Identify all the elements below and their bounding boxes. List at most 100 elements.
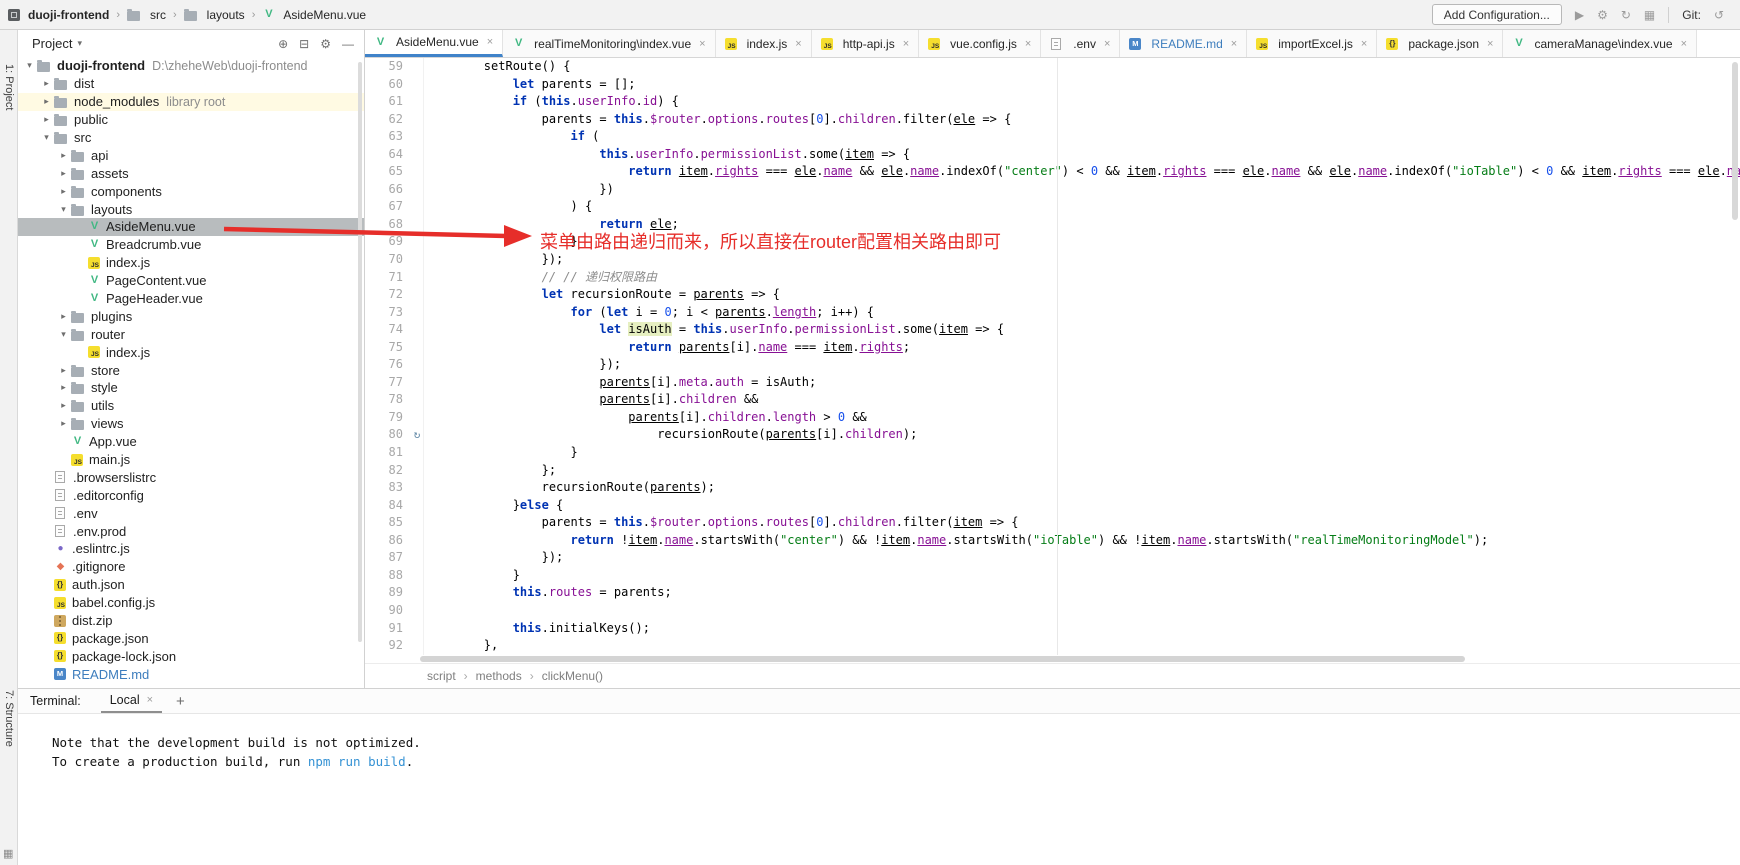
code-line-87[interactable]: 87 }); bbox=[365, 549, 1740, 567]
tree-item-dist[interactable]: ▸dist bbox=[18, 75, 364, 93]
close-tab-icon[interactable]: × bbox=[1104, 38, 1110, 50]
breadcrumb-item[interactable]: layouts bbox=[184, 8, 245, 22]
code-line-76[interactable]: 76 }); bbox=[365, 356, 1740, 374]
tab-vue.config.js[interactable]: vue.config.js× bbox=[919, 30, 1041, 57]
tree-item-.env[interactable]: .env bbox=[18, 504, 364, 522]
tree-item-node_modules[interactable]: ▸node_moduleslibrary root bbox=[18, 93, 364, 111]
terminal-output[interactable]: Note that the development build is not o… bbox=[18, 714, 1740, 771]
code-line-81[interactable]: 81 } bbox=[365, 444, 1740, 462]
code-line-71[interactable]: 71 // // 递归权限路由 bbox=[365, 269, 1740, 287]
project-panel-title[interactable]: Project bbox=[32, 36, 72, 51]
expand-arrow[interactable]: ▸ bbox=[56, 418, 71, 429]
breadcrumb-clickMenu()[interactable]: clickMenu() bbox=[542, 669, 603, 683]
code-line-82[interactable]: 82 }; bbox=[365, 462, 1740, 480]
tree-item-api[interactable]: ▸api bbox=[18, 146, 364, 164]
code-line-75[interactable]: 75 return parents[i].name === item.right… bbox=[365, 339, 1740, 357]
tree-item-utils[interactable]: ▸utils bbox=[18, 397, 364, 415]
expand-arrow[interactable]: ▾ bbox=[22, 60, 37, 71]
toolwindow-switcher-icon[interactable]: ▦ bbox=[3, 847, 13, 860]
breadcrumb-item[interactable]: src bbox=[127, 8, 166, 22]
code-line-60[interactable]: 60 let parents = []; bbox=[365, 76, 1740, 94]
tree-item-README.md[interactable]: README.md bbox=[18, 665, 364, 683]
expand-arrow[interactable]: ▸ bbox=[39, 114, 54, 125]
tree-item-store[interactable]: ▸store bbox=[18, 361, 364, 379]
code-line-91[interactable]: 91 this.initialKeys(); bbox=[365, 620, 1740, 638]
recursive-call-icon[interactable]: ↻ bbox=[411, 426, 423, 444]
code-line-73[interactable]: 73 for (let i = 0; i < parents.length; i… bbox=[365, 304, 1740, 322]
tree-item-main.js[interactable]: main.js bbox=[18, 451, 364, 469]
tree-item-AsideMenu.vue[interactable]: AsideMenu.vue bbox=[18, 218, 364, 236]
tab-.env[interactable]: .env× bbox=[1041, 30, 1120, 57]
code-line-85[interactable]: 85 parents = this.$router.options.routes… bbox=[365, 514, 1740, 532]
run-button[interactable]: ▶ bbox=[1575, 8, 1584, 22]
tree-item-.browserslistrc[interactable]: .browserslistrc bbox=[18, 468, 364, 486]
sync-icon[interactable]: ↻ bbox=[1621, 8, 1631, 22]
code-line-78[interactable]: 78 parents[i].children && bbox=[365, 391, 1740, 409]
code-line-79[interactable]: 79 parents[i].children.length > 0 && bbox=[365, 409, 1740, 427]
collapse-all-button[interactable]: ⊟ bbox=[299, 37, 309, 51]
gear-icon[interactable]: ⚙ bbox=[320, 37, 331, 51]
expand-arrow[interactable]: ▸ bbox=[56, 168, 71, 179]
tab-http-api.js[interactable]: http-api.js× bbox=[812, 30, 919, 57]
tree-item-.eslintrc.js[interactable]: .eslintrc.js bbox=[18, 540, 364, 558]
expand-arrow[interactable]: ▸ bbox=[39, 96, 54, 107]
code-line-80[interactable]: 80↻ recursionRoute(parents[i].children); bbox=[365, 426, 1740, 444]
expand-arrow[interactable]: ▸ bbox=[56, 365, 71, 376]
expand-arrow[interactable]: ▸ bbox=[39, 78, 54, 89]
expand-arrow[interactable]: ▸ bbox=[56, 382, 71, 393]
tree-item-plugins[interactable]: ▸plugins bbox=[18, 307, 364, 325]
close-tab-icon[interactable]: × bbox=[903, 38, 909, 50]
code-line-66[interactable]: 66 }) bbox=[365, 181, 1740, 199]
close-tab-icon[interactable]: × bbox=[1361, 38, 1367, 50]
breadcrumb-script[interactable]: script bbox=[427, 669, 456, 683]
terminal-tab-local[interactable]: Local × bbox=[101, 689, 162, 713]
tab-index.js[interactable]: index.js× bbox=[716, 30, 812, 57]
tab-cameraManage\index.vue[interactable]: cameraManage\index.vue× bbox=[1503, 30, 1697, 57]
tree-item-src[interactable]: ▾src bbox=[18, 129, 364, 147]
code-line-88[interactable]: 88 } bbox=[365, 567, 1740, 585]
tab-importExcel.js[interactable]: importExcel.js× bbox=[1247, 30, 1377, 57]
expand-arrow[interactable]: ▸ bbox=[56, 150, 71, 161]
tool-windows-icon[interactable]: ▦ bbox=[1644, 8, 1655, 22]
code-line-72[interactable]: 72 let recursionRoute = parents => { bbox=[365, 286, 1740, 304]
code-line-68[interactable]: 68 return ele; bbox=[365, 216, 1740, 234]
tree-item-index.js[interactable]: index.js bbox=[18, 254, 364, 272]
hide-panel-button[interactable]: — bbox=[342, 37, 354, 51]
code-line-77[interactable]: 77 parents[i].meta.auth = isAuth; bbox=[365, 374, 1740, 392]
tree-item-App.vue[interactable]: App.vue bbox=[18, 433, 364, 451]
code-line-74[interactable]: 74 let isAuth = this.userInfo.permission… bbox=[365, 321, 1740, 339]
code-line-67[interactable]: 67 ) { bbox=[365, 198, 1740, 216]
tree-item-PageHeader.vue[interactable]: PageHeader.vue bbox=[18, 290, 364, 308]
expand-arrow[interactable]: ▸ bbox=[56, 400, 71, 411]
code-line-63[interactable]: 63 if ( bbox=[365, 128, 1740, 146]
stripe-structure-button[interactable]: 7: Structure bbox=[3, 690, 15, 747]
code-line-90[interactable]: 90 bbox=[365, 602, 1740, 620]
tree-item-dist.zip[interactable]: dist.zip bbox=[18, 612, 364, 630]
chevron-down-icon[interactable]: ▾ bbox=[77, 38, 82, 49]
close-icon[interactable]: × bbox=[147, 694, 153, 706]
stripe-project-button[interactable]: 1: Project bbox=[3, 64, 15, 110]
expand-arrow[interactable]: ▾ bbox=[39, 132, 54, 143]
git-update-icon[interactable]: ↺ bbox=[1714, 8, 1724, 22]
tab-AsideMenu.vue[interactable]: AsideMenu.vue× bbox=[365, 30, 503, 57]
expand-arrow[interactable]: ▾ bbox=[56, 204, 71, 215]
tree-item-duoji-frontend[interactable]: ▾duoji-frontendD:\zheheWeb\duoji-fronten… bbox=[18, 57, 364, 75]
tree-item-layouts[interactable]: ▾layouts bbox=[18, 200, 364, 218]
tree-item-babel.config.js[interactable]: babel.config.js bbox=[18, 594, 364, 612]
add-configuration-button[interactable]: Add Configuration... bbox=[1432, 4, 1562, 25]
close-tab-icon[interactable]: × bbox=[1487, 38, 1493, 50]
tab-package.json[interactable]: package.json× bbox=[1377, 30, 1503, 57]
tree-item-.editorconfig[interactable]: .editorconfig bbox=[18, 486, 364, 504]
tree-item-Breadcrumb.vue[interactable]: Breadcrumb.vue bbox=[18, 236, 364, 254]
locate-file-button[interactable]: ⊕ bbox=[278, 37, 288, 51]
tree-item-views[interactable]: ▸views bbox=[18, 415, 364, 433]
tree-item-auth.json[interactable]: auth.json bbox=[18, 576, 364, 594]
code-line-86[interactable]: 86 return !item.name.startsWith("center"… bbox=[365, 532, 1740, 550]
tab-realTimeMonitoring\index.vue[interactable]: realTimeMonitoring\index.vue× bbox=[503, 30, 715, 57]
tree-item-style[interactable]: ▸style bbox=[18, 379, 364, 397]
breadcrumb-item[interactable]: AsideMenu.vue bbox=[262, 8, 366, 22]
code-line-70[interactable]: 70 }); bbox=[365, 251, 1740, 269]
code-line-64[interactable]: 64 this.userInfo.permissionList.some(ite… bbox=[365, 146, 1740, 164]
horizontal-scrollbar[interactable] bbox=[420, 656, 1465, 662]
tree-item-package-lock.json[interactable]: package-lock.json bbox=[18, 647, 364, 665]
